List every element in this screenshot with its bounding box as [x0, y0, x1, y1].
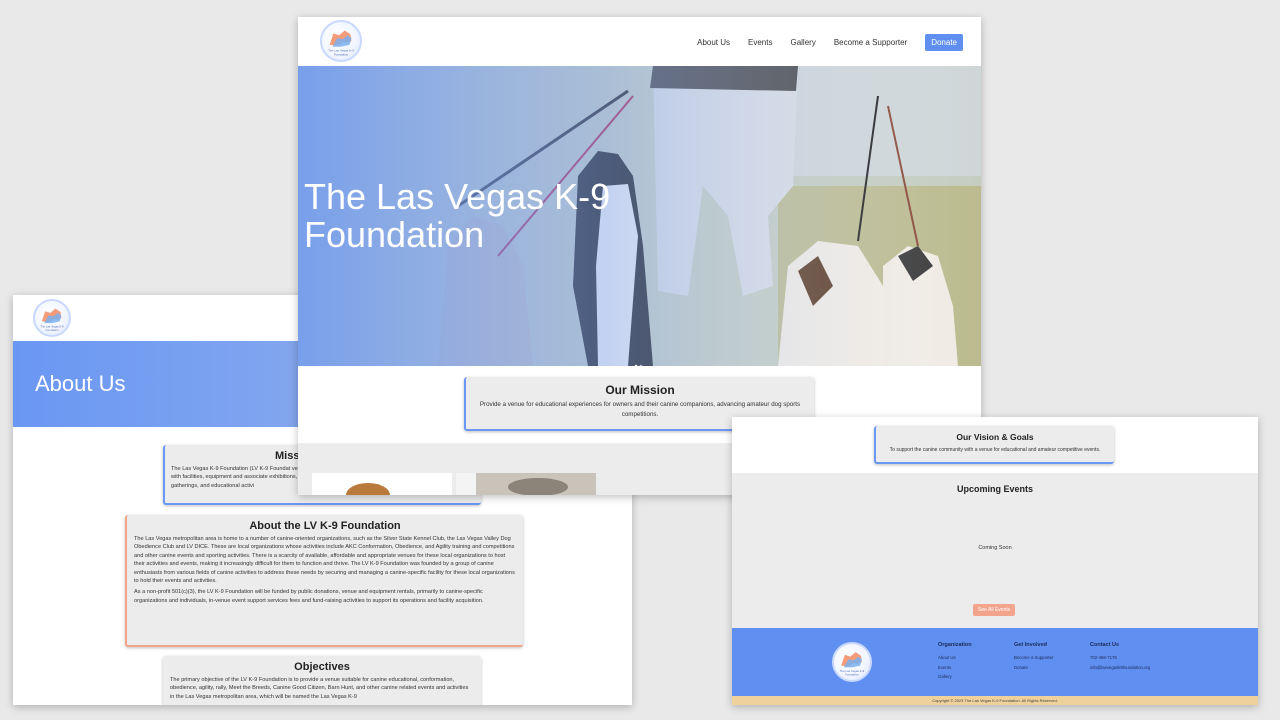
footer-contact-column: Contact Us 702-468-7178 info@lasvegask9f… — [1090, 642, 1150, 672]
carousel-dots[interactable] — [634, 355, 646, 366]
page-title: About Us — [35, 371, 126, 396]
dog-silhouette-icon: The Las Vegas K-9 Foundation — [40, 308, 64, 332]
footer-link-about-us[interactable]: About Us — [938, 653, 972, 663]
dog-silhouette-icon: The Las Vegas K-9 Foundation — [328, 30, 354, 56]
footer-organization-column: Organization About Us Events Gallery — [938, 642, 972, 682]
objectives-text: The primary objective of the LV K-9 Foun… — [170, 677, 469, 700]
donate-button[interactable]: Donate — [925, 34, 963, 51]
hero-title: The Las Vegas K-9 Foundation — [304, 176, 611, 255]
our-mission-heading: Our Mission — [605, 383, 675, 397]
svg-text:Foundation: Foundation — [845, 673, 859, 677]
foundation-logo[interactable]: The Las Vegas K-9 Foundation — [33, 299, 71, 337]
foundation-logo[interactable]: The Las Vegas K-9 Foundation — [320, 20, 362, 62]
upcoming-events-section: Upcoming Events Coming Soon See All Even… — [732, 473, 1258, 628]
footer-organization-heading: Organization — [938, 642, 972, 648]
nav-about-us[interactable]: About Us — [697, 38, 730, 47]
svg-text:Foundation: Foundation — [334, 52, 349, 56]
about-foundation-card: About the LV K-9 Foundation The Las Vega… — [125, 515, 523, 647]
nav-events[interactable]: Events — [748, 38, 772, 47]
main-nav: About Us Events Gallery Become a Support… — [679, 34, 963, 51]
footer-get-involved-column: Get Involved Become a Supporter Donate — [1014, 642, 1053, 672]
footer-get-involved-heading: Get Involved — [1014, 642, 1048, 648]
vision-heading: Our Vision & Goals — [956, 432, 1034, 442]
footer-phone[interactable]: 702-468-7178 — [1090, 653, 1150, 663]
dog-silhouette-icon: The Las Vegas K-9 Foundation — [840, 652, 865, 677]
svg-text:The Las Vegas K-9: The Las Vegas K-9 — [40, 324, 64, 328]
objectives-heading: Objectives — [294, 661, 350, 673]
footer-email[interactable]: info@lasvegask9foundation.org — [1090, 663, 1150, 673]
footer-logo[interactable]: The Las Vegas K-9 Foundation — [832, 642, 872, 682]
vision-section: Our Vision & Goals To support the canine… — [732, 417, 1258, 473]
coming-soon-text: Coming Soon — [978, 545, 1012, 551]
footer-link-events[interactable]: Events — [938, 663, 972, 673]
home-header: The Las Vegas K-9 Foundation About Us Ev… — [298, 17, 981, 66]
nav-become-a-supporter[interactable]: Become a Supporter — [834, 38, 907, 47]
vision-goals-card: Our Vision & Goals To support the canine… — [874, 426, 1114, 464]
about-foundation-heading: About the LV K-9 Foundation — [249, 520, 401, 532]
footer-link-become-a-supporter[interactable]: Become a Supporter — [1014, 653, 1053, 663]
upcoming-events-heading: Upcoming Events — [956, 484, 1033, 494]
site-footer: The Las Vegas K-9 Foundation Organizatio… — [732, 628, 1258, 696]
nav-gallery[interactable]: Gallery — [790, 38, 815, 47]
see-all-events-button[interactable]: See All Events — [973, 604, 1016, 616]
svg-text:The Las Vegas K-9: The Las Vegas K-9 — [840, 669, 865, 673]
hero-banner: The Las Vegas K-9 Foundation — [298, 66, 981, 366]
objectives-card: Objectives The primary objective of the … — [163, 656, 481, 705]
footer-link-gallery[interactable]: Gallery — [938, 672, 972, 682]
vision-text: To support the canine community with a v… — [889, 447, 1101, 453]
svg-text:Foundation: Foundation — [46, 328, 59, 332]
footer-link-donate[interactable]: Donate — [1014, 663, 1053, 673]
about-foundation-paragraph-2: As a non-profit 501(c)(3), the LV K-9 Fo… — [134, 589, 484, 604]
events-page-screenshot: Our Vision & Goals To support the canine… — [732, 417, 1258, 705]
copyright-bar: Copyright © 2023 The Las Vegas K-9 Found… — [732, 696, 1258, 705]
footer-contact-heading: Contact Us — [1090, 642, 1120, 648]
about-foundation-paragraph-1: The Las Vegas metropolitan area is home … — [134, 536, 515, 585]
